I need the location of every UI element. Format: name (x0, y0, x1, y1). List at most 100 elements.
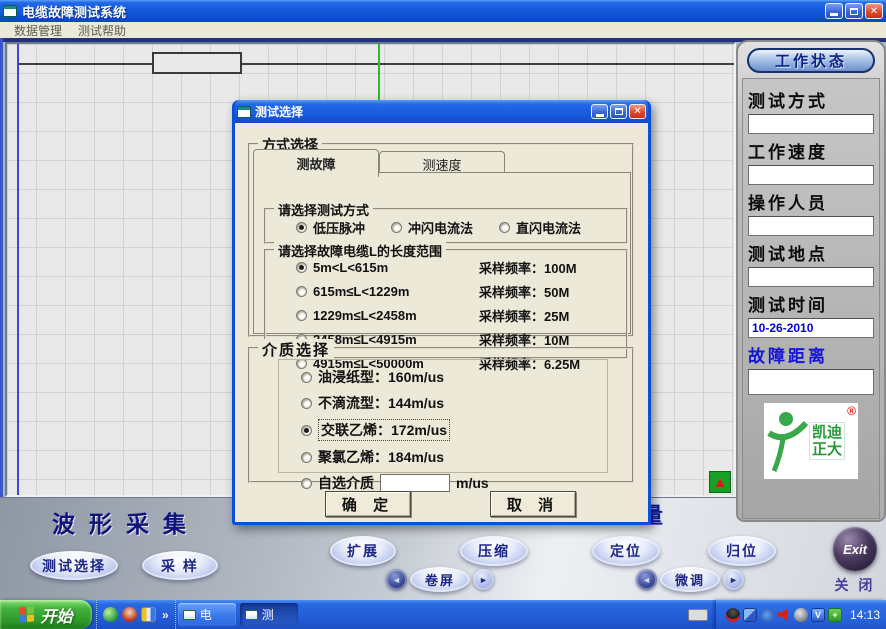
taskbar: 开始 » 电 测 V + 14:13 (0, 600, 886, 629)
restore-button[interactable] (845, 3, 863, 19)
radio-length-range-1[interactable]: 5m<L<615m 采样频率：100M (296, 258, 620, 277)
quick-launch-overflow-icon[interactable]: » (160, 608, 169, 622)
security-shield-icon[interactable] (760, 608, 774, 622)
browser-icon[interactable] (103, 607, 118, 622)
dialog-titlebar: 测试选择 ✕ (235, 100, 648, 123)
fault-tab-panel: 请选择测试方式 低压脉冲 冲闪电流法 直闪电流法 (253, 172, 631, 334)
close-button[interactable]: ✕ (865, 3, 883, 19)
radio-length-range-2[interactable]: 615m≤L<1229m 采样频率：50M (296, 282, 620, 301)
home-button[interactable]: 归位 (708, 536, 776, 566)
zoom-region-marker[interactable] (152, 52, 242, 74)
trigger-indicator-icon: ▲ (709, 471, 731, 493)
test-method-label: 测试方式 (748, 87, 874, 112)
radio-media-xlpe[interactable]: 交联乙烯：172m/us (301, 419, 607, 441)
quick-launch: » (96, 600, 176, 629)
window-title: 电缆故障测试系统 (22, 2, 126, 21)
work-speed-field[interactable] (748, 165, 874, 185)
radio-impulse-flash[interactable]: 冲闪电流法 (391, 218, 473, 237)
scroll-left-arrow-icon[interactable]: ◄ (386, 569, 407, 590)
media-player-icon[interactable] (141, 607, 156, 622)
test-select-dialog: 测试选择 ✕ 方式选择 测故障 测速度 请选择测试方式 低压脉冲 (232, 100, 651, 525)
sample-button[interactable]: 采 样 (142, 551, 218, 580)
work-status-badge: 工作状态 (747, 48, 875, 73)
radio-length-range-3[interactable]: 1229m≤L<2458m 采样频率：25M (296, 306, 620, 325)
menu-test-help[interactable]: 测试帮助 (70, 22, 134, 39)
operator-label: 操作人员 (748, 189, 874, 214)
tab-test-fault[interactable]: 测故障 (253, 149, 379, 177)
radio-low-voltage-pulse[interactable]: 低压脉冲 (296, 218, 365, 237)
radio-icon (296, 286, 307, 297)
radio-icon (391, 222, 402, 233)
test-location-label: 测试地点 (748, 240, 874, 265)
start-button[interactable]: 开始 (0, 600, 92, 629)
media-options: 油浸纸型：160m/us 不滴流型：144m/us 交联乙烯：172m/us 聚… (278, 359, 608, 473)
main-titlebar: 电缆故障测试系统 ✕ (0, 0, 886, 22)
cancel-button[interactable]: 取 消 (490, 491, 576, 517)
left-cursor-line (17, 44, 19, 495)
system-tray: V + 14:13 (716, 600, 886, 629)
health-tray-icon[interactable]: + (828, 608, 842, 622)
dialog-close-button[interactable]: ✕ (629, 104, 646, 119)
brand-logo: ® 凯迪 正大 (764, 403, 858, 479)
test-method-group-label: 请选择测试方式 (274, 200, 373, 219)
radio-icon (301, 372, 312, 383)
disc-tray-icon[interactable] (794, 608, 808, 622)
logo-figure-icon (766, 409, 808, 473)
compress-button[interactable]: 压缩 (460, 536, 528, 566)
work-status-panel: 工作状态 测试方式 工作速度 操作人员 测试地点 测试时间 10-26-2010… (736, 40, 886, 522)
waveform-baseline (17, 63, 734, 65)
custom-media-input[interactable] (380, 474, 450, 492)
fine-right-arrow-icon[interactable]: ► (723, 569, 744, 590)
fine-tune-button[interactable]: 微调 (660, 567, 720, 592)
registered-mark: ® (847, 404, 856, 418)
qq-tray-icon[interactable] (726, 608, 740, 622)
radio-icon (296, 222, 307, 233)
volume-icon[interactable] (777, 608, 791, 622)
dialog-restore-button[interactable] (610, 104, 627, 119)
test-time-field[interactable]: 10-26-2010 (748, 318, 874, 338)
locate-button[interactable]: 定位 (592, 536, 660, 566)
media-select-group: 介质选择 油浸纸型：160m/us 不滴流型：144m/us 交联乙烯：172m… (248, 347, 634, 483)
network-tray-icon[interactable] (743, 608, 757, 622)
test-method-field[interactable] (748, 114, 874, 134)
media-select-label: 介质选择 (258, 339, 334, 360)
radio-direct-flash[interactable]: 直闪电流法 (499, 218, 581, 237)
expand-button[interactable]: 扩展 (330, 536, 396, 566)
test-select-button[interactable]: 测试选择 (30, 551, 118, 580)
logo-text: 凯迪 正大 (809, 422, 845, 460)
app-icon (3, 5, 17, 17)
taskbar-item-dialog[interactable]: 测 (240, 603, 298, 626)
radio-media-non-drip[interactable]: 不滴流型：144m/us (301, 393, 607, 413)
radio-media-pvc[interactable]: 聚氯乙烯：184m/us (301, 447, 607, 467)
menu-data-management[interactable]: 数据管理 (6, 22, 70, 39)
radio-icon (301, 478, 312, 489)
antivirus-tray-icon[interactable]: V (811, 608, 825, 622)
menu-bar: 数据管理 测试帮助 (0, 22, 886, 38)
input-method-icon[interactable] (688, 609, 708, 621)
dialog-title: 测试选择 (255, 103, 303, 120)
scroll-screen-button[interactable]: 卷屏 (410, 567, 470, 592)
fine-left-arrow-icon[interactable]: ◄ (636, 569, 657, 590)
radio-media-custom[interactable]: 自选介质 m/us (301, 473, 607, 493)
qq-launch-icon[interactable] (122, 607, 137, 622)
radio-media-oil-paper[interactable]: 油浸纸型：160m/us (301, 367, 607, 387)
work-speed-label: 工作速度 (748, 138, 874, 163)
window-icon (245, 610, 258, 620)
test-location-field[interactable] (748, 267, 874, 287)
scroll-right-arrow-icon[interactable]: ► (473, 569, 494, 590)
operator-field[interactable] (748, 216, 874, 236)
dialog-body: 方式选择 测故障 测速度 请选择测试方式 低压脉冲 冲闪电流法 (235, 123, 648, 522)
dialog-icon (237, 106, 251, 118)
fault-distance-field[interactable] (748, 369, 874, 395)
taskbar-clock[interactable]: 14:13 (850, 608, 880, 622)
minimize-button[interactable] (825, 3, 843, 19)
taskbar-item-main-app[interactable]: 电 (178, 603, 236, 626)
dialog-minimize-button[interactable] (591, 104, 608, 119)
ok-button[interactable]: 确 定 (325, 491, 411, 517)
fault-distance-label: 故障距离 (748, 342, 874, 367)
test-method-group: 请选择测试方式 低压脉冲 冲闪电流法 直闪电流法 (264, 208, 628, 244)
status-fields: 测试方式 工作速度 操作人员 测试地点 测试时间 10-26-2010 故障距离… (742, 78, 880, 519)
exit-button[interactable]: Exit (833, 527, 877, 571)
radio-icon (301, 425, 312, 436)
radio-icon (301, 398, 312, 409)
